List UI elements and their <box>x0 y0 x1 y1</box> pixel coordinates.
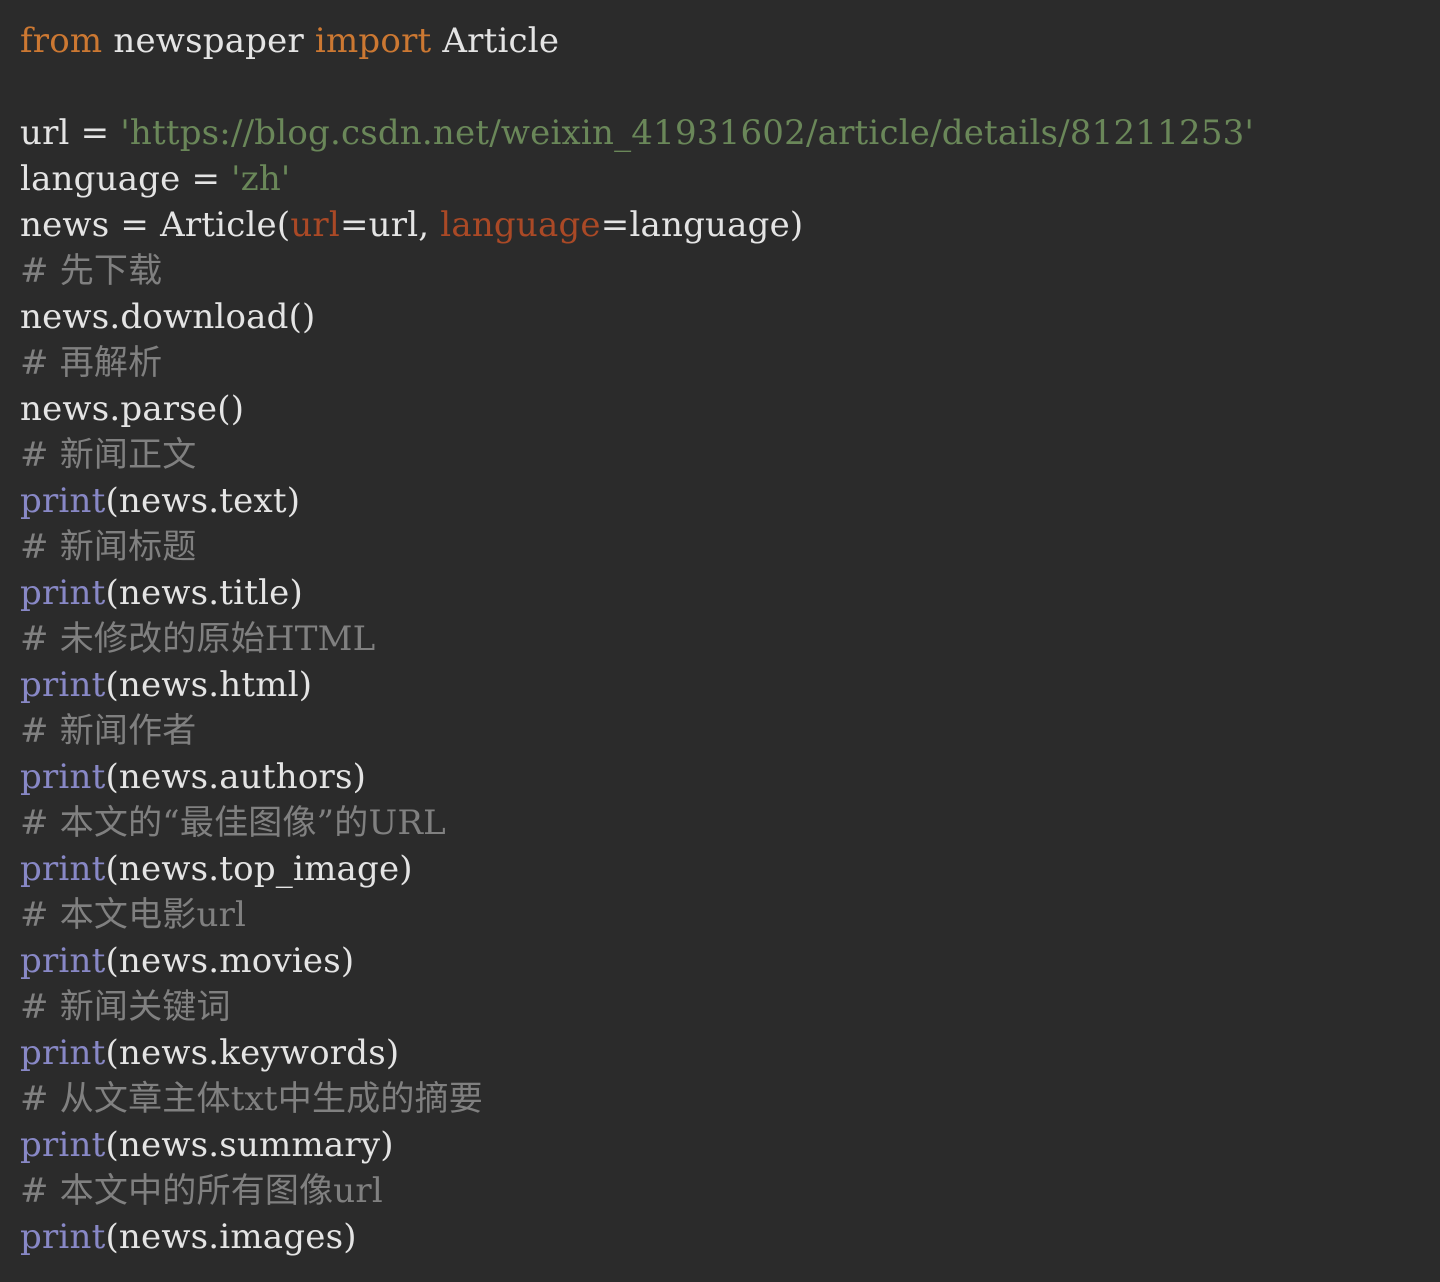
code-line: print(news.title) <box>20 570 1440 616</box>
code-token: news.parse() <box>20 389 245 429</box>
code-line: # 本文的“最佳图像”的URL <box>20 800 1440 846</box>
comment-token: # 新闻作者 <box>20 711 197 751</box>
comment-token: # 新闻关键词 <box>20 987 231 1027</box>
comment-token: # 本文的“最佳图像”的URL <box>20 803 446 843</box>
code-token: news.download() <box>20 297 316 337</box>
code-line: # 新闻关键词 <box>20 984 1440 1030</box>
code-token: newspaper <box>102 21 315 61</box>
parameter-token: language <box>440 205 601 245</box>
builtin-token: print <box>20 1033 106 1073</box>
code-line: # 先下载 <box>20 248 1440 294</box>
code-line: news.download() <box>20 294 1440 340</box>
code-token: (news.keywords) <box>105 1033 400 1073</box>
code-line: print(news.summary) <box>20 1122 1440 1168</box>
code-token: (news.title) <box>105 573 303 613</box>
comment-token: # 本文电影url <box>20 895 247 935</box>
code-line: # 再解析 <box>20 340 1440 386</box>
comment-token: # 从文章主体txt中生成的摘要 <box>20 1079 483 1119</box>
code-token: (news.top_image) <box>105 849 413 889</box>
keyword-token: from <box>20 21 103 61</box>
code-line: print(news.authors) <box>20 754 1440 800</box>
comment-token: # 再解析 <box>20 343 163 383</box>
string-token: 'zh' <box>231 159 291 199</box>
code-token: Article <box>431 21 560 61</box>
code-token: news = Article( <box>20 205 291 245</box>
code-line: # 未修改的原始HTML <box>20 616 1440 662</box>
builtin-token: print <box>20 1125 106 1165</box>
code-token: =url, <box>339 205 441 245</box>
code-editor[interactable]: from newspaper import Article url = 'htt… <box>0 0 1440 1282</box>
builtin-token: print <box>20 573 106 613</box>
keyword-token: import <box>314 21 432 61</box>
code-line: print(news.html) <box>20 662 1440 708</box>
code-token: (news.authors) <box>105 757 367 797</box>
code-line: # 新闻作者 <box>20 708 1440 754</box>
builtin-token: print <box>20 665 106 705</box>
code-token: (news.text) <box>105 481 301 521</box>
code-line: print(news.movies) <box>20 938 1440 984</box>
builtin-token: print <box>20 941 106 981</box>
code-line: # 从文章主体txt中生成的摘要 <box>20 1076 1440 1122</box>
comment-token: # 新闻正文 <box>20 435 197 475</box>
code-token: language = <box>20 159 232 199</box>
parameter-token: url <box>290 205 340 245</box>
builtin-token: print <box>20 757 106 797</box>
comment-token: # 新闻标题 <box>20 527 197 567</box>
code-line: # 本文中的所有图像url <box>20 1168 1440 1214</box>
comment-token: # 先下载 <box>20 251 163 291</box>
code-token: =language) <box>600 205 804 245</box>
code-line: print(news.images) <box>20 1214 1440 1260</box>
builtin-token: print <box>20 849 106 889</box>
code-line: url = 'https://blog.csdn.net/weixin_4193… <box>20 110 1440 156</box>
comment-token: # 未修改的原始HTML <box>20 619 376 659</box>
code-token: (news.html) <box>105 665 313 705</box>
code-line: news = Article(url=url, language=languag… <box>20 202 1440 248</box>
code-line: print(news.top_image) <box>20 846 1440 892</box>
builtin-token: print <box>20 1217 106 1257</box>
code-token: (news.images) <box>105 1217 357 1257</box>
code-line: from newspaper import Article <box>20 18 1440 64</box>
code-line: # 新闻标题 <box>20 524 1440 570</box>
code-token: (news.movies) <box>105 941 355 981</box>
comment-token: # 本文中的所有图像url <box>20 1171 383 1211</box>
code-token: url = <box>20 113 121 153</box>
code-line: print(news.text) <box>20 478 1440 524</box>
code-line: print(news.keywords) <box>20 1030 1440 1076</box>
code-line: news.parse() <box>20 386 1440 432</box>
code-line: # 新闻正文 <box>20 432 1440 478</box>
code-line: # 本文电影url <box>20 892 1440 938</box>
code-token: (news.summary) <box>105 1125 394 1165</box>
string-token: 'https://blog.csdn.net/weixin_41931602/a… <box>120 113 1255 153</box>
code-line: language = 'zh' <box>20 156 1440 202</box>
builtin-token: print <box>20 481 106 521</box>
